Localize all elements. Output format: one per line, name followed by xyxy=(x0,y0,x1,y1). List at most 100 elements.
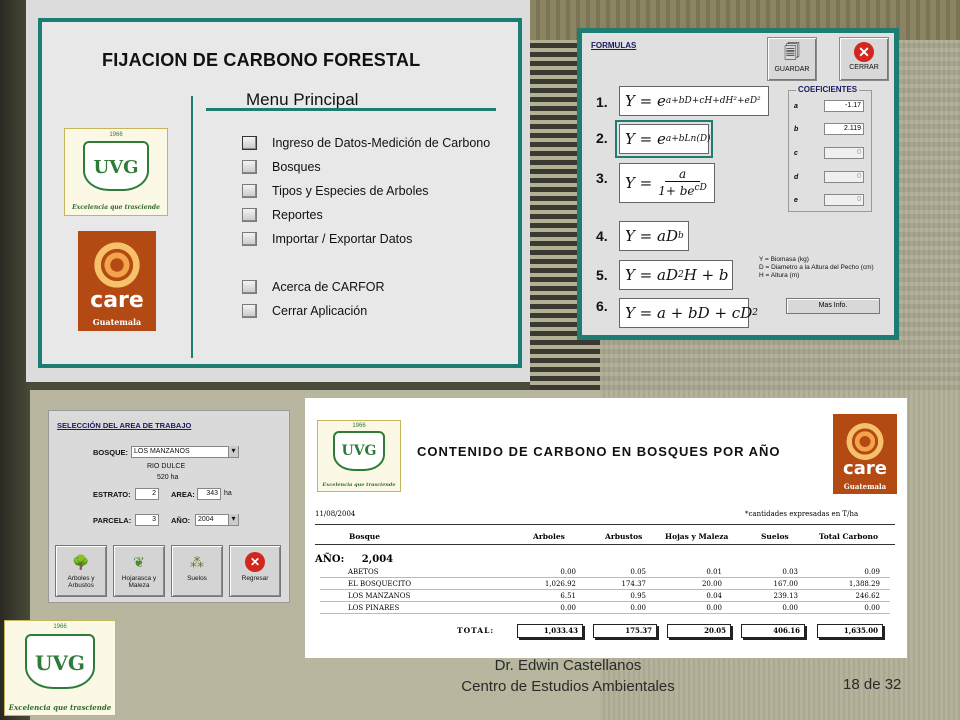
bosque-location: RIO DULCE xyxy=(147,463,186,470)
hojarasca-button[interactable]: ❦ Hojarasca y Maleza xyxy=(113,545,165,597)
year-value: 2,004 xyxy=(361,554,394,565)
table-row: LOS PINARES 0.00 0.00 0.00 0.00 0.00 xyxy=(320,603,890,614)
formula-option-1[interactable]: Y = e a+bD+cH+dH²+eD² xyxy=(619,86,769,116)
menu-button-icon[interactable] xyxy=(242,304,257,318)
cell-hojas: 20.00 xyxy=(701,580,722,588)
cell-arboles: 0.00 xyxy=(560,568,576,576)
cell-hojas: 0.01 xyxy=(706,568,722,576)
cell-total: 0.09 xyxy=(864,568,880,576)
formula-number: 3. xyxy=(596,170,608,186)
coef-row-c: c 0 xyxy=(794,146,864,160)
close-icon: ✕ xyxy=(854,42,874,62)
uvg-monogram: UVG xyxy=(34,651,86,675)
cell-arbustos: 174.37 xyxy=(621,580,647,588)
care-subtitle: Guatemala xyxy=(92,317,142,327)
area-input[interactable]: 343 xyxy=(197,488,221,500)
coef-row-b: b 2.119 xyxy=(794,122,864,136)
formula-number: 6. xyxy=(596,298,608,314)
coef-label: a xyxy=(794,102,798,110)
formulas-body: FORMULAS 🗐 GUARDAR ✕ CERRAR 1. Y = e a+bD… xyxy=(582,33,894,335)
menu-button-icon[interactable] xyxy=(242,136,257,150)
coef-b-input[interactable]: 2.119 xyxy=(824,123,864,135)
menu-button-icon[interactable] xyxy=(242,184,257,198)
table-row: ABETOS 0.00 0.05 0.01 0.03 0.09 xyxy=(320,567,890,578)
coef-row-e: e 0 xyxy=(794,193,864,207)
save-button[interactable]: 🗐 GUARDAR xyxy=(767,37,817,81)
menu-item-acerca[interactable]: Acerca de CARFOR xyxy=(242,278,385,296)
cell-suelos: 0.00 xyxy=(782,604,798,612)
total-suelos: 406.16 xyxy=(741,624,805,638)
cell-arbustos: 0.00 xyxy=(630,604,646,612)
cell-suelos: 0.03 xyxy=(782,568,798,576)
formula-option-2[interactable]: Y = e a+bLn(D) xyxy=(615,120,713,158)
uvg-monogram: UVG xyxy=(341,443,377,459)
menu-item-bosques[interactable]: Bosques xyxy=(242,158,321,176)
report-rule xyxy=(315,524,895,525)
anio-label: AÑO: xyxy=(171,516,191,525)
menu-button-icon[interactable] xyxy=(242,208,257,222)
formula-option-3[interactable]: Y = a 1+ becD xyxy=(619,163,715,203)
coef-a-input[interactable]: -1.17 xyxy=(824,100,864,112)
formula-number: 2. xyxy=(596,130,608,146)
coef-e-input[interactable]: 0 xyxy=(824,194,864,206)
formula-option-6[interactable]: Y = a + bD + cD 2 xyxy=(619,298,758,328)
cell-bosque: EL BOSQUECITO xyxy=(348,580,412,588)
bosque-area: 520 ha xyxy=(157,474,179,481)
anio-select[interactable]: 2004 xyxy=(195,514,239,526)
cell-total: 1,388.29 xyxy=(848,580,880,588)
care-emblem-icon xyxy=(93,237,141,293)
menu-divider-vertical xyxy=(191,96,193,358)
cell-bosque: ABETOS xyxy=(348,568,379,576)
coef-label: b xyxy=(794,125,799,133)
cell-suelos: 239.13 xyxy=(773,592,799,600)
suelos-button[interactable]: ⁂ Suelos xyxy=(171,545,223,597)
legend-line: D = Diametro a la Altura del Pecho (cm) xyxy=(759,264,874,271)
col-header-bosque: Bosque xyxy=(349,532,381,541)
menu-item-reportes[interactable]: Reportes xyxy=(242,206,323,224)
parcela-input[interactable]: 3 xyxy=(135,514,159,526)
col-header-arboles: Arboles xyxy=(533,532,565,541)
col-header-suelos: Suelos xyxy=(761,532,789,541)
care-emblem-icon xyxy=(845,418,885,464)
cell-arboles: 6.51 xyxy=(560,592,576,600)
uvg-monogram: UVG xyxy=(93,157,139,178)
formula-option-4[interactable]: Y = aD b xyxy=(619,221,689,251)
coef-d-input[interactable]: 0 xyxy=(824,171,864,183)
formulas-label: FORMULAS xyxy=(591,41,637,50)
menu-item-importar-exportar[interactable]: Importar / Exportar Datos xyxy=(242,230,412,248)
more-info-button[interactable]: Mas Info. xyxy=(786,298,880,314)
arboles-button[interactable]: 🌳 Arboles y Arbustos xyxy=(55,545,107,597)
col-header-hojas: Hojas y Maleza xyxy=(665,532,729,541)
menu-item-ingreso-datos[interactable]: Ingreso de Datos-Medición de Carbono xyxy=(242,134,490,152)
menu-item-cerrar[interactable]: Cerrar Aplicación xyxy=(242,302,367,320)
menu-item-label: Acerca de CARFOR xyxy=(272,280,385,294)
year-label: AÑO: xyxy=(315,554,345,565)
coef-c-input[interactable]: 0 xyxy=(824,147,864,159)
total-carbono: 1,635.00 xyxy=(817,624,883,638)
regresar-button[interactable]: ✕ Regresar xyxy=(229,545,281,597)
parcela-label: PARCELA: xyxy=(93,516,132,525)
care-wordmark: care xyxy=(90,288,144,313)
close-button-label: CERRAR xyxy=(849,64,879,71)
menu-button-icon[interactable] xyxy=(242,160,257,174)
close-button[interactable]: ✕ CERRAR xyxy=(839,37,889,81)
formula-option-5[interactable]: Y = aD 2 H + b xyxy=(619,260,733,290)
estrato-input[interactable]: 2 xyxy=(135,488,159,500)
work-area-title: SELECCIÓN DEL AREA DE TRABAJO xyxy=(57,421,192,430)
bosque-select[interactable]: LOS MANZANOS xyxy=(131,446,239,458)
suelos-button-label: Suelos xyxy=(187,575,207,582)
menu-button-icon[interactable] xyxy=(242,232,257,246)
estrato-label: ESTRATO: xyxy=(93,490,131,499)
menu-divider-horizontal xyxy=(206,108,496,111)
menu-item-tipos-especies[interactable]: Tipos y Especies de Arboles xyxy=(242,182,429,200)
uvg-logo-year: 1966 xyxy=(352,423,366,429)
menu-item-label: Bosques xyxy=(272,160,321,174)
cell-total: 246.62 xyxy=(855,592,881,600)
menu-button-icon[interactable] xyxy=(242,280,257,294)
cell-arbustos: 0.95 xyxy=(630,592,646,600)
footer-center: Centro de Estudios Ambientales xyxy=(461,678,675,695)
cell-suelos: 167.00 xyxy=(773,580,799,588)
formula-number: 5. xyxy=(596,267,608,283)
formula-number: 1. xyxy=(596,94,608,110)
cell-bosque: LOS PINARES xyxy=(348,604,400,612)
